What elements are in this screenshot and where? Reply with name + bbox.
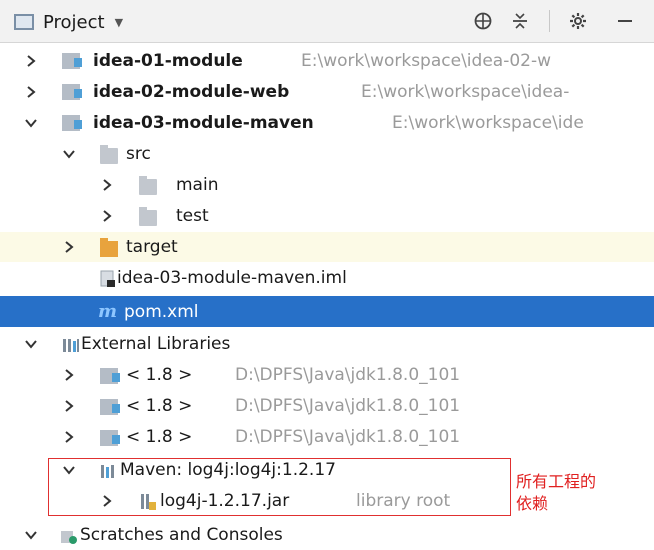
chevron-down-icon[interactable] [62, 463, 76, 477]
minimize-icon[interactable] [612, 8, 638, 34]
project-view-icon [14, 14, 34, 30]
library-icon [100, 463, 118, 479]
module-folder-icon [62, 84, 82, 100]
scratches-icon [60, 528, 78, 544]
annotation-line-1: 所有工程的 [516, 472, 597, 491]
tree-node-external-libraries[interactable]: External Libraries [0, 329, 654, 359]
node-label: Scratches and Consoles [80, 525, 283, 545]
module-path: E:\work\workspace\idea- [361, 82, 570, 102]
jar-icon [139, 493, 157, 510]
chevron-right-icon[interactable] [100, 494, 114, 508]
chevron-right-icon[interactable] [24, 54, 38, 68]
tree-node-iml-file[interactable]: idea-03-module-maven.iml [0, 263, 654, 293]
chevron-down-icon[interactable] [24, 337, 38, 351]
folder-name: main [176, 175, 219, 195]
jdk-icon [100, 368, 120, 384]
jar-note: library root [356, 491, 451, 511]
library-name: Maven: log4j:log4j:1.2.17 [120, 460, 336, 480]
excluded-folder-icon [100, 238, 118, 257]
folder-icon [100, 145, 118, 164]
maven-file-icon: m [98, 301, 118, 322]
module-name: idea-03-module-maven [93, 113, 314, 133]
tree-node-module-3[interactable]: idea-03-module-maven E:\work\workspace\i… [0, 108, 654, 138]
jdk-path: D:\DPFS\Java\jdk1.8.0_101 [235, 427, 461, 447]
file-name: pom.xml [124, 301, 199, 322]
folder-name: src [126, 144, 151, 164]
tree-node-target[interactable]: target [0, 232, 654, 262]
module-path: E:\work\workspace\ide [392, 113, 584, 133]
module-folder-icon [62, 53, 82, 69]
chevron-right-icon[interactable] [24, 85, 38, 99]
toolbar-separator [549, 10, 550, 32]
gear-icon[interactable] [565, 8, 591, 34]
module-name: idea-02-module-web [93, 82, 290, 102]
jdk-icon [100, 430, 120, 446]
jdk-version: < 1.8 > [126, 427, 193, 447]
file-name: idea-03-module-maven.iml [117, 268, 347, 288]
project-toolbar: Project ▼ [0, 0, 654, 43]
chevron-right-icon[interactable] [100, 178, 114, 192]
chevron-right-icon[interactable] [100, 209, 114, 223]
annotation-line-2: 依赖 [516, 494, 549, 513]
tree-node-scratches[interactable]: Scratches and Consoles [0, 520, 654, 550]
tree-node-jdk[interactable]: < 1.8 > D:\DPFS\Java\jdk1.8.0_101 [0, 360, 654, 390]
module-path: E:\work\workspace\idea-02-w [301, 51, 551, 71]
folder-name: target [126, 237, 178, 257]
tree-node-jdk[interactable]: < 1.8 > D:\DPFS\Java\jdk1.8.0_101 [0, 422, 654, 452]
jdk-version: < 1.8 > [126, 365, 193, 385]
chevron-down-icon[interactable] [24, 116, 38, 130]
tree-node-module-2[interactable]: idea-02-module-web E:\work\workspace\ide… [0, 77, 654, 107]
node-label: External Libraries [81, 334, 231, 354]
chevron-right-icon[interactable] [62, 399, 76, 413]
folder-icon [139, 207, 157, 226]
tree-node-main[interactable]: main [0, 170, 654, 200]
jar-name: log4j-1.2.17.jar [160, 491, 290, 511]
tree-node-test[interactable]: test [0, 201, 654, 231]
tree-node-src[interactable]: src [0, 139, 654, 169]
globe-icon[interactable] [470, 8, 496, 34]
jdk-icon [100, 399, 120, 415]
iml-file-icon [100, 270, 116, 288]
project-view-selector[interactable]: Project ▼ [14, 9, 123, 35]
project-view-label: Project [43, 11, 105, 33]
chevron-right-icon[interactable] [62, 430, 76, 444]
folder-name: test [176, 206, 209, 226]
collapse-all-icon[interactable] [507, 8, 533, 34]
tree-node-module-1[interactable]: idea-01-module E:\work\workspace\idea-02… [0, 46, 654, 76]
jdk-path: D:\DPFS\Java\jdk1.8.0_101 [235, 396, 461, 416]
tree-node-pom-file[interactable]: m pom.xml [0, 296, 654, 327]
libraries-icon [62, 337, 80, 353]
chevron-down-icon[interactable] [24, 528, 38, 542]
project-tool-window: Project ▼ idea-01-module E:\work\workspa… [0, 0, 654, 550]
folder-icon [139, 176, 157, 195]
jdk-version: < 1.8 > [126, 396, 193, 416]
chevron-down-icon: ▼ [114, 15, 124, 29]
chevron-down-icon[interactable] [62, 147, 76, 161]
annotation-text: 所有工程的 依赖 [516, 471, 646, 515]
jdk-path: D:\DPFS\Java\jdk1.8.0_101 [235, 365, 461, 385]
chevron-right-icon[interactable] [62, 240, 76, 254]
module-name: idea-01-module [93, 51, 243, 71]
module-folder-icon [62, 115, 82, 131]
tree-node-jdk[interactable]: < 1.8 > D:\DPFS\Java\jdk1.8.0_101 [0, 391, 654, 421]
chevron-right-icon[interactable] [62, 368, 76, 382]
